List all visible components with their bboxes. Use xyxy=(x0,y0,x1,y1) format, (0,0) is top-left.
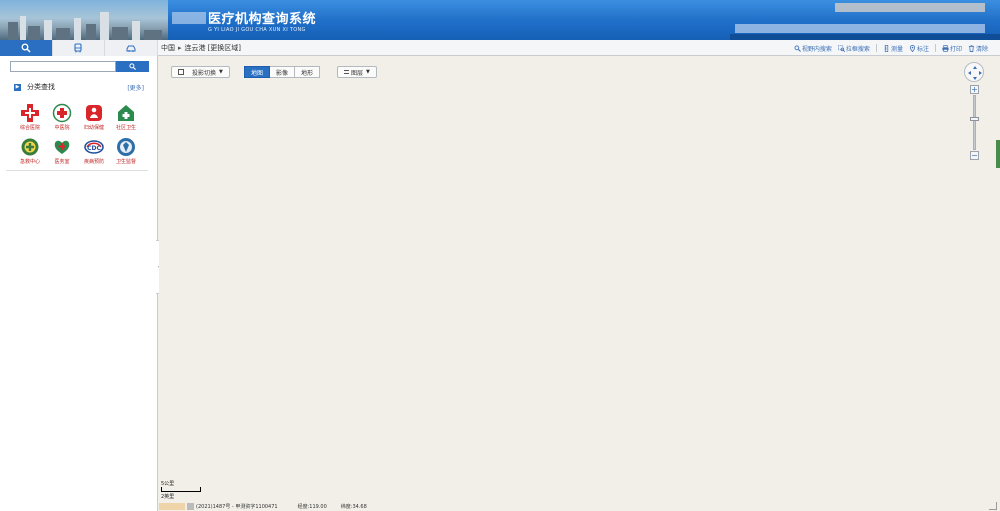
tab-search[interactable] xyxy=(0,40,53,56)
app-title-block: 医疗机构查询系统 G YI LIAO JI GOU CHA XUN XI TON… xyxy=(172,8,316,33)
print-button[interactable]: 打印 xyxy=(942,44,962,53)
map-type-switcher: 地图 影像 地形 xyxy=(244,66,321,78)
bus-icon xyxy=(74,43,82,53)
mark-button[interactable]: 标注 xyxy=(909,44,929,53)
projection-switch[interactable]: 投影切换 ▼ xyxy=(171,66,230,78)
hospital-cross-icon xyxy=(21,104,39,122)
clear-button[interactable]: 清除 xyxy=(968,44,988,53)
scale-bar-line xyxy=(161,487,201,492)
blurred-logo xyxy=(159,503,185,510)
pan-arrows-icon xyxy=(968,66,982,80)
longitude-value: 119.00 xyxy=(309,503,327,510)
resize-grip-icon[interactable] xyxy=(989,502,997,510)
tcm-hospital-icon xyxy=(52,103,72,123)
category-emergency-center[interactable]: 急救中心 xyxy=(14,137,46,165)
ruler-icon xyxy=(884,44,889,52)
app-title: 医疗机构查询系统 xyxy=(208,12,317,27)
printer-icon xyxy=(942,44,949,52)
map-type-map[interactable]: 地图 xyxy=(244,66,271,78)
sidebar-divider xyxy=(6,170,148,171)
city-banner-image xyxy=(0,0,168,40)
sidebar: ▶ 分类查找 [更多] 综合医院 中医院 妇幼保健 社区卫生 急救中心 医务室 xyxy=(0,56,158,511)
map-type-terrain[interactable]: 地形 xyxy=(295,66,321,78)
search-bar xyxy=(10,61,150,72)
emergency-center-icon xyxy=(21,138,39,156)
trash-icon xyxy=(968,44,975,52)
app-header: 医疗机构查询系统 G YI LIAO JI GOU CHA XUN XI TON… xyxy=(0,0,1000,40)
category-header: ▶ 分类查找 [更多] xyxy=(14,82,144,92)
longitude-label: 经度: xyxy=(297,504,310,510)
map-pin-icon xyxy=(909,44,916,52)
search-icon xyxy=(21,43,31,53)
category-health-supervision[interactable]: 卫生监督 xyxy=(110,137,142,165)
category-tcm-hospital[interactable]: 中医院 xyxy=(46,103,78,131)
latitude-value: 34.68 xyxy=(352,503,367,510)
measure-button[interactable]: 测量 xyxy=(883,44,903,53)
maternal-child-icon xyxy=(86,105,102,121)
blurred-header-links xyxy=(735,24,985,33)
scale-bar: 5公里 2英里 xyxy=(161,480,201,500)
community-health-icon xyxy=(118,105,134,121)
app-subtitle: G YI LIAO JI GOU CHA XUN XI TONG xyxy=(208,27,306,33)
category-title: 分类查找 xyxy=(27,83,55,91)
blurred-prefix xyxy=(187,503,194,510)
blurred-region-name xyxy=(172,11,206,24)
breadcrumb-separator: ▸ xyxy=(178,44,182,52)
breadcrumb-city: 连云港 xyxy=(184,44,206,52)
layers-button[interactable]: 图层 ▼ xyxy=(337,66,377,78)
arrow-right-icon: ▶ xyxy=(14,83,21,91)
category-clinic[interactable]: 医务室 xyxy=(46,137,78,165)
magnifier-icon xyxy=(794,45,801,52)
zoom-slider-track[interactable] xyxy=(973,95,976,150)
category-maternal-child[interactable]: 妇幼保健 xyxy=(78,103,110,131)
zoom-in-button[interactable]: + xyxy=(970,85,979,94)
projection-icon xyxy=(178,69,184,75)
pan-navigator[interactable] xyxy=(964,62,984,82)
blurred-header-info xyxy=(835,3,985,12)
scale-label-miles: 2英里 xyxy=(161,494,175,500)
layers-icon xyxy=(344,70,349,74)
search-input[interactable] xyxy=(10,61,116,72)
search-icon xyxy=(129,63,136,70)
map-type-satellite[interactable]: 影像 xyxy=(270,66,296,78)
tab-drive[interactable] xyxy=(105,40,158,56)
zoom-out-button[interactable]: − xyxy=(970,151,979,160)
category-community-health[interactable]: 社区卫生 xyxy=(110,103,142,131)
health-supervision-icon xyxy=(117,138,135,156)
search-button[interactable] xyxy=(116,61,149,72)
category-disease-prevention[interactable]: CDC 疾病预防 xyxy=(78,137,110,165)
category-grid: 综合医院 中医院 妇幼保健 社区卫生 急救中心 医务室 CDC 疾病预防 卫生监 xyxy=(14,103,142,165)
caret-down-icon: ▼ xyxy=(366,69,370,75)
box-search-button[interactable]: 拉框搜索 xyxy=(838,44,870,53)
more-categories-link[interactable]: [更多] xyxy=(127,83,144,92)
zoom-slider-handle[interactable] xyxy=(970,117,979,121)
box-select-icon xyxy=(838,44,845,52)
status-bar: (2021)1487号 - 甲测资字1100471 经度: 119.00 纬度:… xyxy=(159,502,1000,511)
view-search-button[interactable]: 视野内搜索 xyxy=(794,44,832,53)
breadcrumb-country[interactable]: 中国 xyxy=(161,43,175,53)
toolbar: 中国 ▸ 连云港 [更换区域] 视野内搜索 拉框搜索 测量 标注 打印 清除 xyxy=(0,40,1000,56)
edge-tab xyxy=(996,140,1000,168)
change-region-link[interactable]: [更换区域] xyxy=(208,43,241,53)
breadcrumb: 中国 ▸ 连云港 [更换区域] xyxy=(161,40,241,56)
mode-tabs xyxy=(0,40,158,56)
scale-label-km: 5公里 xyxy=(161,481,175,487)
cdc-icon: CDC xyxy=(84,140,104,154)
map-tools: 视野内搜索 拉框搜索 测量 标注 打印 清除 xyxy=(788,40,988,56)
latitude-label: 纬度: xyxy=(340,504,353,510)
caret-down-icon: ▼ xyxy=(219,69,223,75)
category-general-hospital[interactable]: 综合医院 xyxy=(14,103,46,131)
clinic-icon xyxy=(54,140,70,154)
map-canvas[interactable]: 投影切换 ▼ 地图 影像 地形 图层 ▼ + − 5公里 2英里 xyxy=(159,57,1000,511)
svg-text:CDC: CDC xyxy=(87,145,101,152)
license-text: (2021)1487号 - 甲测资字1100471 xyxy=(196,504,278,510)
car-icon xyxy=(126,45,136,52)
tab-bus[interactable] xyxy=(52,40,106,56)
